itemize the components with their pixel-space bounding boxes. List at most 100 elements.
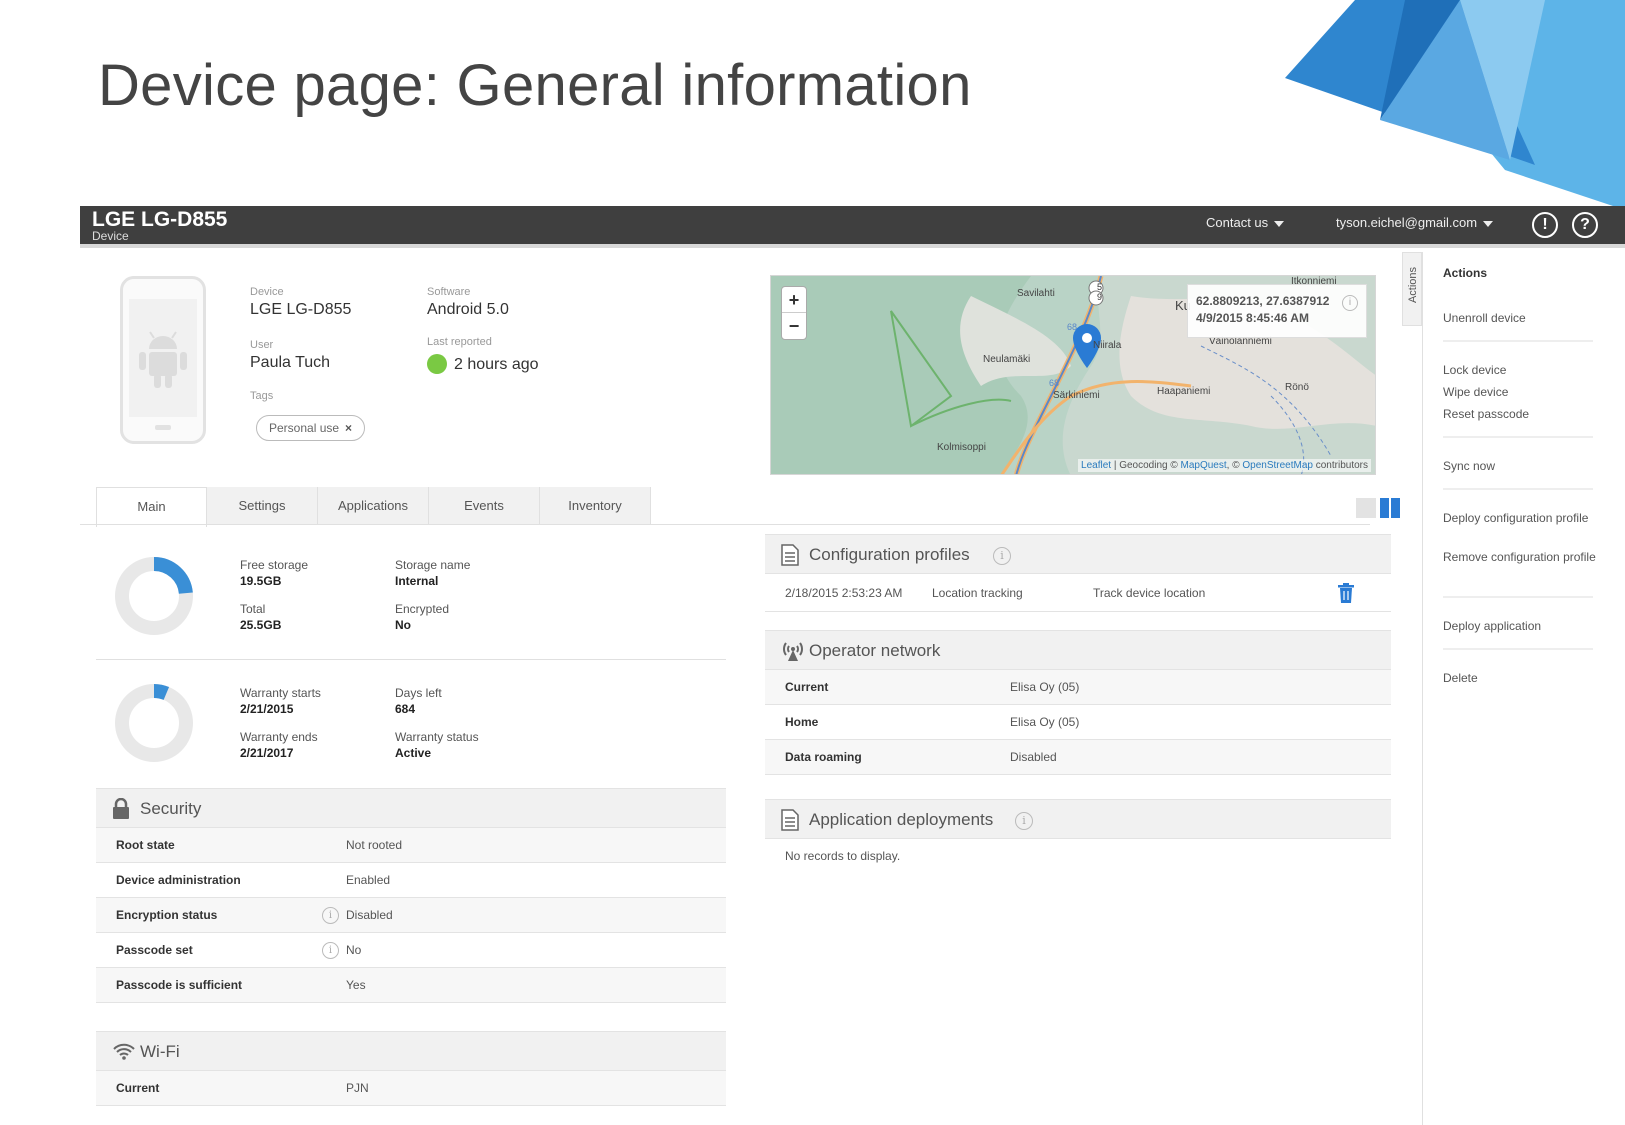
last-reported-label: Last reported xyxy=(427,336,492,348)
zoom-out-button[interactable]: − xyxy=(782,313,806,339)
tab-settings[interactable]: Settings xyxy=(207,487,318,525)
row-value: Elisa Oy (05) xyxy=(1010,715,1080,729)
warranty-starts-label: Warranty starts xyxy=(240,686,321,700)
storage-name-value: Internal xyxy=(395,574,439,588)
row-key: Encryption status xyxy=(116,908,218,922)
user-menu[interactable]: tyson.eichel@gmail.com xyxy=(1336,215,1494,230)
free-storage-label: Free storage xyxy=(240,558,309,572)
mapquest-link[interactable]: MapQuest xyxy=(1181,460,1227,471)
chevron-down-icon xyxy=(1274,220,1285,227)
map-place: Neulamäki xyxy=(983,354,1031,365)
tab-applications[interactable]: Applications xyxy=(318,487,429,525)
tab-divider xyxy=(80,524,1370,525)
chevron-down-icon xyxy=(1483,220,1494,227)
contact-us-menu[interactable]: Contact us xyxy=(1206,215,1285,230)
tab-events[interactable]: Events xyxy=(429,487,540,525)
road-label: 9 xyxy=(1097,292,1103,302)
row-value: Yes xyxy=(346,978,366,992)
divider xyxy=(96,659,726,660)
tag-label: Personal use xyxy=(269,421,340,435)
unenroll-device-action[interactable]: Unenroll device xyxy=(1443,310,1603,327)
document-icon xyxy=(781,809,799,831)
row-value: Elisa Oy (05) xyxy=(1010,680,1080,694)
road-label: 68 xyxy=(1049,378,1060,388)
profile-date: 2/18/2015 2:53:23 AM xyxy=(785,586,903,600)
user-value[interactable]: Paula Tuch xyxy=(250,354,330,372)
top-bar: LGE LG-D855 Device Contact us tyson.eich… xyxy=(80,206,1625,248)
row-key: Data roaming xyxy=(785,750,862,764)
attribution-text: contributors xyxy=(1312,460,1368,471)
tags-label: Tags xyxy=(250,390,274,402)
info-icon[interactable]: i xyxy=(322,907,339,924)
decorative-shards xyxy=(1285,0,1625,210)
alert-icon[interactable]: ! xyxy=(1532,212,1558,238)
warranty-status-value: Active xyxy=(395,746,432,760)
table-row: Current PJN xyxy=(96,1071,726,1106)
days-left-label: Days left xyxy=(395,686,442,700)
map-attribution: Leaflet | Geocoding © MapQuest, © OpenSt… xyxy=(1078,459,1371,472)
tag-personal-use: Personal use × xyxy=(256,415,366,441)
warranty-ends-value: 2/21/2017 xyxy=(240,746,294,760)
info-icon[interactable]: i xyxy=(1015,812,1033,830)
info-icon[interactable]: i xyxy=(1342,295,1358,311)
map-place: Haapaniemi xyxy=(1157,386,1211,397)
osm-link[interactable]: OpenStreetMap xyxy=(1242,460,1313,471)
actions-title: Actions xyxy=(1443,266,1488,280)
row-value: Disabled xyxy=(346,908,393,922)
zoom-in-button[interactable]: + xyxy=(782,287,806,313)
slide-title: Device page: General information xyxy=(98,53,972,118)
info-icon[interactable]: i xyxy=(993,547,1011,565)
table-row: 2/18/2015 2:53:23 AM Location tracking T… xyxy=(765,574,1391,612)
actions-collapse-tab[interactable]: Actions xyxy=(1402,252,1422,326)
total-storage-value: 25.5GB xyxy=(240,618,282,632)
leaflet-link[interactable]: Leaflet xyxy=(1081,460,1111,471)
security-title: Security xyxy=(140,799,202,818)
app-deployments-header: Application deployments i xyxy=(765,799,1391,839)
divider xyxy=(1443,648,1593,650)
row-key: Home xyxy=(785,715,819,729)
trash-icon[interactable] xyxy=(1337,583,1355,603)
row-key: Passcode is sufficient xyxy=(116,978,243,992)
location-timestamp: 4/9/2015 8:45:46 AM xyxy=(1196,311,1309,325)
table-row: Current Elisa Oy (05) xyxy=(765,670,1391,705)
location-map[interactable]: 5 9 68 68 Savilahti Itkonniemi Ku Neulam… xyxy=(770,275,1376,475)
table-row: Data roaming Disabled xyxy=(765,740,1391,775)
deploy-application-action[interactable]: Deploy application xyxy=(1443,618,1603,635)
table-row: Encryption status i Disabled xyxy=(96,898,726,933)
remove-tag-icon[interactable]: × xyxy=(345,421,352,435)
location-coords: 62.8809213, 27.6387912 xyxy=(1196,294,1330,308)
info-icon[interactable]: i xyxy=(322,942,339,959)
tab-inventory[interactable]: Inventory xyxy=(540,487,651,525)
reset-passcode-action[interactable]: Reset passcode xyxy=(1443,406,1603,423)
profile-name: Location tracking xyxy=(932,586,1023,600)
storage-name-label: Storage name xyxy=(395,558,471,572)
row-value: Disabled xyxy=(1010,750,1057,764)
encrypted-label: Encrypted xyxy=(395,602,450,616)
contact-us-label: Contact us xyxy=(1206,215,1269,230)
total-storage-label: Total xyxy=(240,602,266,616)
device-value: LGE LG-D855 xyxy=(250,301,352,318)
warranty-starts-value: 2/21/2015 xyxy=(240,702,294,716)
deploy-config-profile-action[interactable]: Deploy configuration profile xyxy=(1443,510,1603,527)
road-label: 5 xyxy=(1097,282,1103,292)
operator-network-header: Operator network xyxy=(765,630,1391,670)
layout-toggle-icon[interactable] xyxy=(1356,498,1402,518)
divider xyxy=(1443,436,1593,438)
wipe-device-action[interactable]: Wipe device xyxy=(1443,384,1603,401)
sync-now-action[interactable]: Sync now xyxy=(1443,458,1603,475)
remove-config-profile-action[interactable]: Remove configuration profile xyxy=(1443,549,1603,566)
app-deployments-title: Application deployments xyxy=(809,810,994,829)
row-key: Device administration xyxy=(116,873,241,887)
row-value: Enabled xyxy=(346,873,391,887)
delete-action[interactable]: Delete xyxy=(1443,670,1603,687)
tab-main[interactable]: Main xyxy=(96,487,207,527)
user-email: tyson.eichel@gmail.com xyxy=(1336,215,1478,230)
lock-icon xyxy=(113,798,129,819)
empty-state-text: No records to display. xyxy=(785,849,901,863)
warranty-donut-chart xyxy=(115,684,193,762)
security-panel-header: Security xyxy=(96,788,726,828)
lock-device-action[interactable]: Lock device xyxy=(1443,362,1603,379)
row-key: Passcode set xyxy=(116,943,193,957)
map-location-popup: 62.8809213, 27.6387912 4/9/2015 8:45:46 … xyxy=(1187,284,1367,338)
help-icon[interactable]: ? xyxy=(1572,212,1598,238)
